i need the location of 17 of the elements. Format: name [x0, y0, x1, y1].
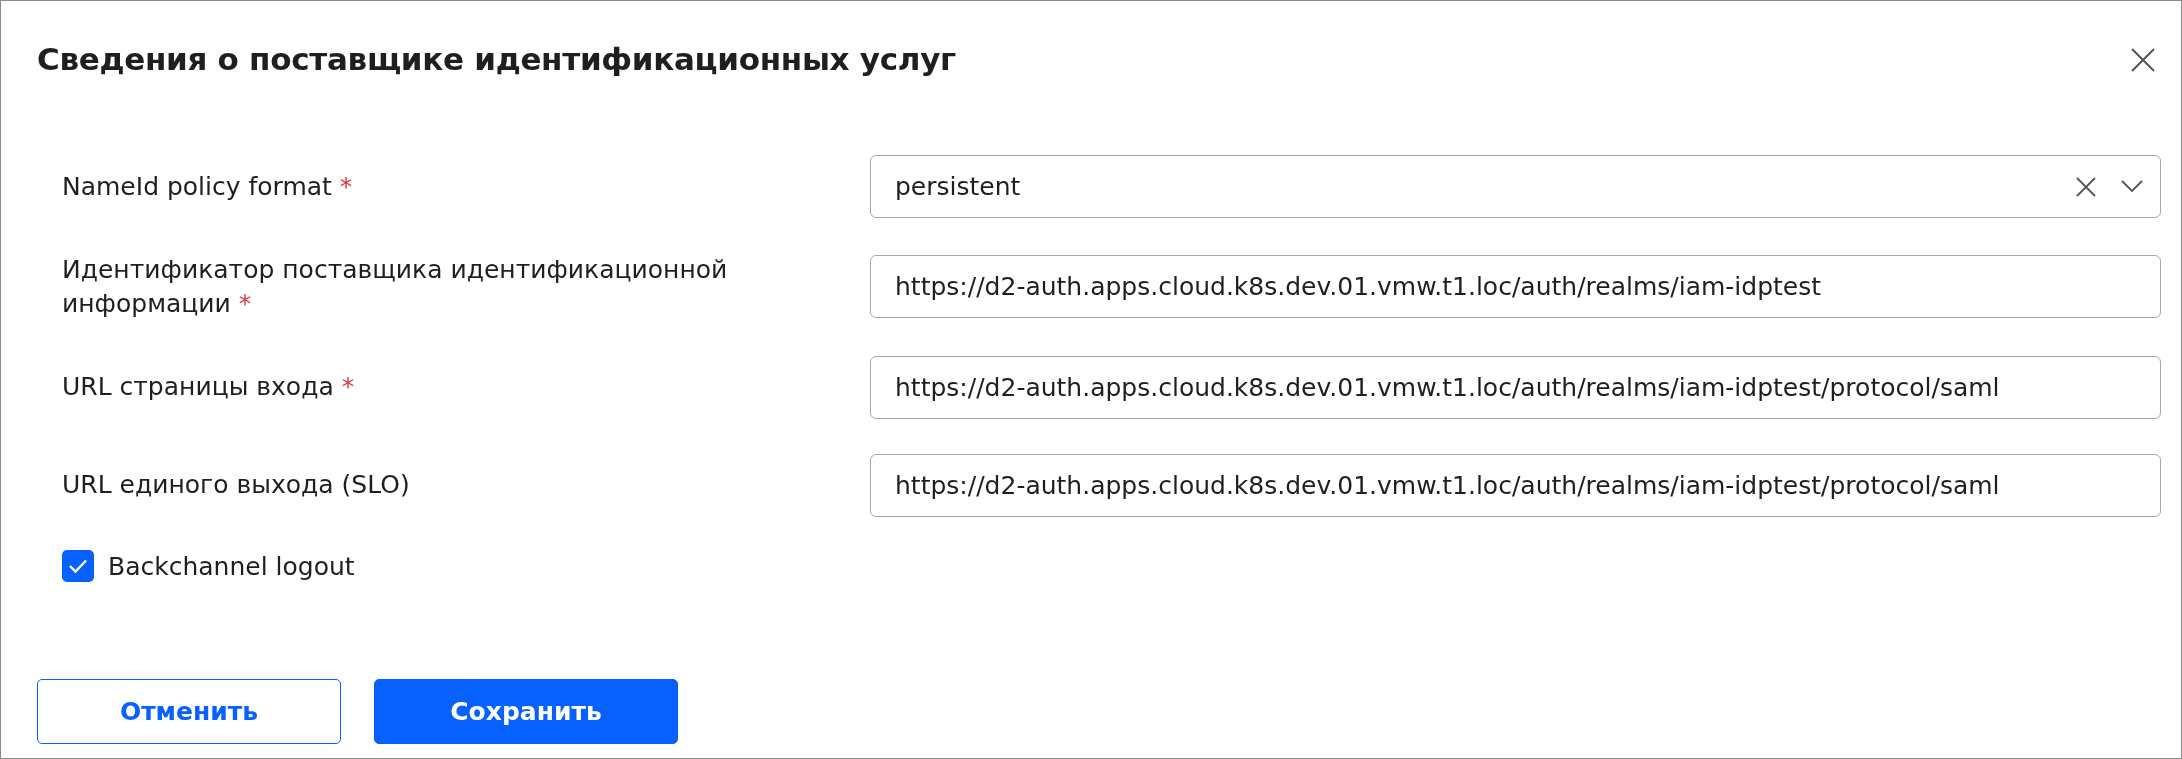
cancel-button[interactable]: Отменить	[37, 679, 341, 744]
field-label: NameId policy format *	[62, 170, 354, 203]
checkbox[interactable]	[62, 550, 94, 583]
checkbox-label: Backchannel logout	[108, 550, 355, 583]
field-label: URL единого выхода (SLO)	[62, 469, 411, 502]
input-field[interactable]: https://d2-auth.apps.cloud.k8s.dev.01.vmw.t1.loc/auth/realms/iam-idptest	[870, 255, 2161, 319]
clear-icon[interactable]	[2075, 175, 2097, 198]
field-label: Идентификатор поставщика идентификационной информации *	[62, 254, 729, 320]
dialog-title: Сведения о поставщике идентификационных услуг	[37, 41, 956, 79]
save-button[interactable]: Сохранить	[374, 679, 678, 744]
close-icon	[2129, 46, 2157, 74]
select-field[interactable]: persistent	[870, 155, 2161, 218]
chevron-down-icon[interactable]	[2121, 180, 2143, 193]
input-field[interactable]: https://d2-auth.apps.cloud.k8s.dev.01.vmw.t1.loc/auth/realms/iam-idptest/protocol/saml	[870, 355, 2161, 419]
checkmark-icon	[68, 558, 88, 575]
field-label: URL страницы входа *	[62, 371, 356, 404]
input-field[interactable]: https://d2-auth.apps.cloud.k8s.dev.01.vmw.t1.loc/auth/realms/iam-idptest/protocol/saml	[870, 453, 2161, 517]
